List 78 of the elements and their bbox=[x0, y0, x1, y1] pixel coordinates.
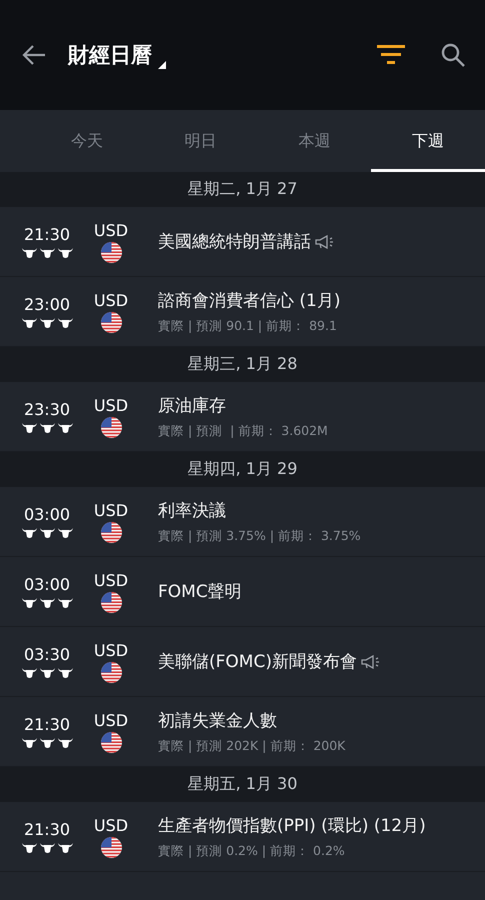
bull-icon bbox=[40, 246, 54, 258]
dropdown-triangle-icon bbox=[158, 61, 166, 69]
period-tab[interactable]: 本週 bbox=[258, 110, 372, 172]
bull-icon bbox=[22, 316, 36, 328]
currency-code: USD bbox=[94, 710, 128, 730]
bull-icon bbox=[22, 596, 36, 608]
event-title: 初請失業金人數 bbox=[158, 710, 277, 732]
bull-icon bbox=[40, 526, 54, 538]
event-time: 23:30 bbox=[24, 400, 70, 418]
event-figures: 實際 | 預測 90.1 | 前期： 89.1 bbox=[158, 318, 338, 334]
currency-code: USD bbox=[94, 816, 128, 834]
date-header: 星期二, 1月 27 bbox=[0, 172, 485, 207]
megaphone-icon bbox=[315, 234, 335, 248]
flag-icon bbox=[100, 312, 122, 332]
event-title: 諮商會消費者信心 (1月) bbox=[158, 290, 340, 312]
bull-icon bbox=[58, 422, 72, 434]
bull-icon bbox=[58, 666, 72, 678]
event-time: 21:30 bbox=[24, 714, 70, 734]
currency-code: USD bbox=[94, 640, 128, 660]
back-arrow-icon bbox=[22, 44, 46, 66]
event-time: 03:00 bbox=[24, 504, 70, 524]
bull-icon bbox=[40, 666, 54, 678]
event-title: FOMC聲明 bbox=[158, 581, 242, 603]
bull-icon bbox=[40, 316, 54, 328]
event-time: 03:30 bbox=[24, 644, 70, 664]
flag-icon bbox=[100, 242, 122, 262]
currency-code: USD bbox=[94, 396, 128, 414]
flag-icon bbox=[100, 592, 122, 612]
filter-button[interactable] bbox=[377, 45, 405, 65]
bull-icon bbox=[58, 246, 72, 258]
search-icon bbox=[441, 43, 465, 67]
megaphone-icon bbox=[360, 654, 381, 668]
currency-code: USD bbox=[94, 570, 128, 590]
flag-icon bbox=[100, 732, 122, 752]
event-time: 21:30 bbox=[24, 224, 70, 244]
bull-icon bbox=[58, 526, 72, 538]
calendar-title-dropdown[interactable]: 財經日曆 bbox=[68, 41, 377, 69]
bull-icon bbox=[22, 422, 36, 434]
period-tab[interactable]: 明日 bbox=[144, 110, 258, 172]
event-title: 美國總統特朗普講話 bbox=[158, 231, 311, 253]
back-button[interactable] bbox=[22, 44, 46, 66]
bull-icon bbox=[40, 842, 54, 854]
flag-icon bbox=[100, 662, 122, 682]
event-figures: 實際 | 預測 0.2% | 前期： 0.2% bbox=[158, 842, 346, 860]
bull-icon bbox=[58, 736, 72, 748]
event-title: 原油庫存 bbox=[158, 394, 226, 416]
event-time: 23:00 bbox=[24, 294, 70, 314]
bull-icon bbox=[22, 842, 36, 854]
bull-icon bbox=[40, 596, 54, 608]
bull-icon bbox=[22, 526, 36, 538]
event-figures: 實際 | 預測 3.75% | 前期： 3.75% bbox=[158, 528, 361, 544]
bull-icon bbox=[58, 842, 72, 854]
period-tab[interactable]: 今天 bbox=[30, 110, 144, 172]
bull-icon bbox=[58, 316, 72, 328]
flag-icon bbox=[100, 836, 122, 858]
bull-icon bbox=[58, 596, 72, 608]
bull-icon bbox=[40, 422, 54, 434]
currency-code: USD bbox=[94, 220, 128, 240]
event-title: 生產者物價指數(PPI) (環比) (12月) bbox=[158, 814, 426, 836]
bull-icon bbox=[22, 666, 36, 678]
bull-icon bbox=[22, 736, 36, 748]
currency-code: USD bbox=[94, 290, 128, 310]
flag-icon bbox=[100, 416, 122, 438]
bull-icon bbox=[40, 736, 54, 748]
bull-icon bbox=[22, 246, 36, 258]
search-button[interactable] bbox=[441, 43, 465, 67]
currency-code: USD bbox=[94, 500, 128, 520]
date-header: 星期四, 1月 29 bbox=[0, 452, 485, 487]
filter-icon bbox=[377, 45, 405, 65]
event-time: 21:30 bbox=[24, 820, 70, 838]
event-figures: 實際 | 預測 | 前期： 3.602M bbox=[158, 422, 328, 440]
date-header: 星期五, 1月 30 bbox=[0, 767, 485, 802]
flag-icon bbox=[100, 522, 122, 542]
event-title: 利率決議 bbox=[158, 500, 226, 522]
date-header: 星期三, 1月 28 bbox=[0, 347, 485, 382]
event-title: 美聯儲(FOMC)新聞發布會 bbox=[158, 651, 357, 673]
event-time: 03:00 bbox=[24, 574, 70, 594]
event-figures: 實際 | 預測 202K | 前期： 200K bbox=[158, 738, 346, 754]
